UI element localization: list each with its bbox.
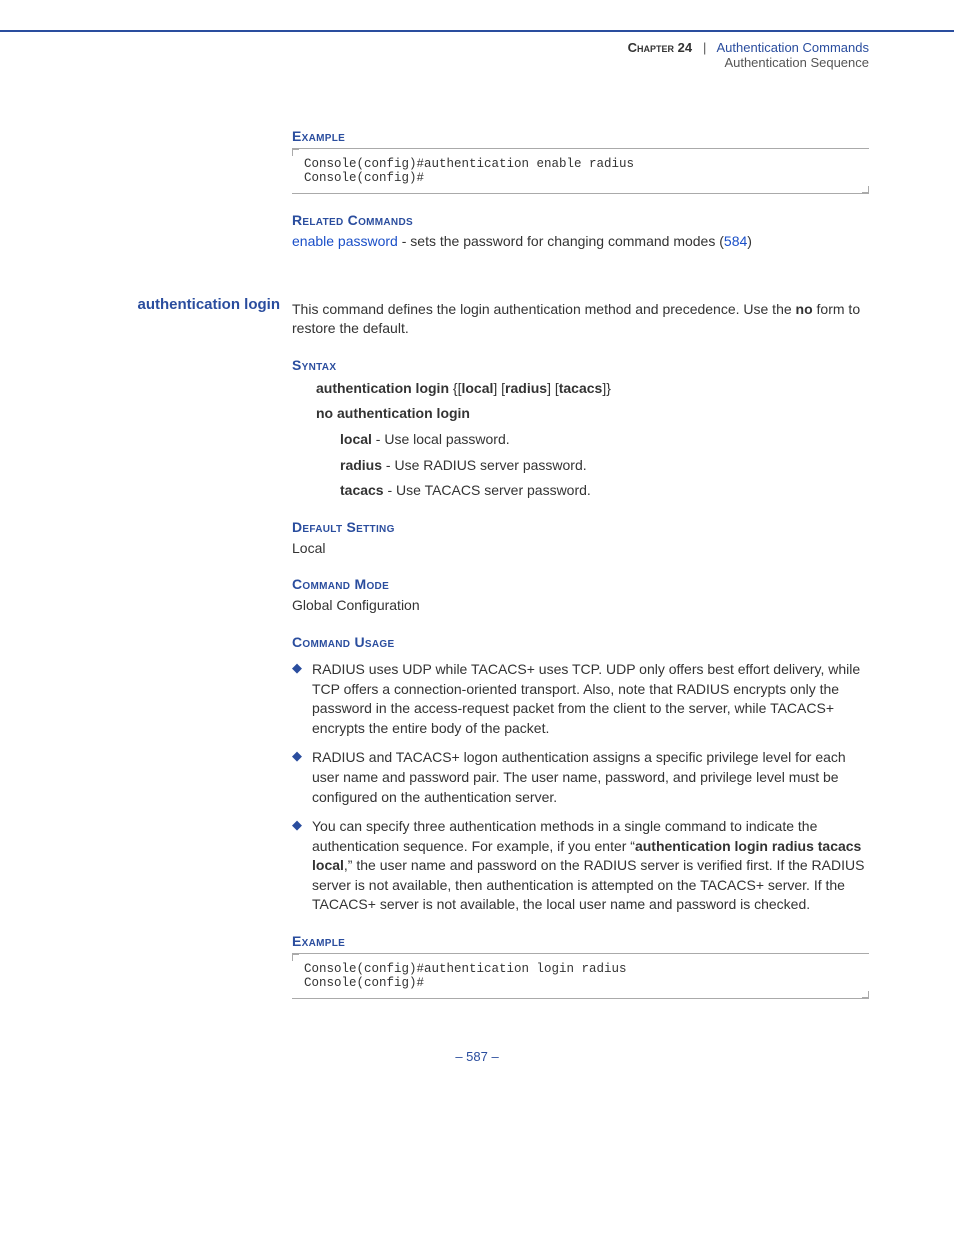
- usage-bullet-2: ◆ RADIUS and TACACS+ logon authenticatio…: [292, 748, 869, 807]
- diamond-icon: ◆: [292, 817, 302, 915]
- enable-password-link[interactable]: enable password: [292, 233, 398, 249]
- related-commands-heading: Related Commands: [292, 212, 869, 228]
- page-number: – 587 –: [85, 1049, 869, 1064]
- usage-bullet-1: ◆ RADIUS uses UDP while TACACS+ uses TCP…: [292, 660, 869, 738]
- diamond-icon: ◆: [292, 748, 302, 807]
- syntax-option-local: local - Use local password.: [340, 430, 869, 450]
- command-usage-heading: Command Usage: [292, 634, 869, 650]
- syntax-line-2: no authentication login: [316, 404, 869, 424]
- command-name: authentication login: [85, 296, 292, 313]
- syntax-line-1: authentication login {[local] [radius] […: [316, 379, 869, 399]
- diamond-icon: ◆: [292, 660, 302, 738]
- header-sep: |: [696, 40, 714, 55]
- syntax-option-tacacs: tacacs - Use TACACS server password.: [340, 481, 869, 501]
- chapter-title: Authentication Commands: [717, 40, 869, 55]
- page-header: Chapter 24 | Authentication Commands Aut…: [0, 32, 954, 70]
- related-commands-text: enable password - sets the password for …: [292, 232, 869, 252]
- syntax-option-radius: radius - Use RADIUS server password.: [340, 456, 869, 476]
- syntax-heading: Syntax: [292, 357, 869, 373]
- code-example-1: Console(config)#authentication enable ra…: [292, 148, 869, 194]
- example2-heading: Example: [292, 933, 869, 949]
- command-description: This command defines the login authentic…: [292, 300, 869, 339]
- default-setting-text: Local: [292, 539, 869, 559]
- page-link-584[interactable]: 584: [724, 233, 747, 249]
- default-setting-heading: Default Setting: [292, 519, 869, 535]
- chapter-label: Chapter 24: [628, 40, 692, 55]
- command-mode-text: Global Configuration: [292, 596, 869, 616]
- command-mode-heading: Command Mode: [292, 576, 869, 592]
- example-heading: Example: [292, 128, 869, 144]
- chapter-subtitle: Authentication Sequence: [0, 55, 869, 70]
- usage-bullet-3: ◆ You can specify three authentication m…: [292, 817, 869, 915]
- code-example-2: Console(config)#authentication login rad…: [292, 953, 869, 999]
